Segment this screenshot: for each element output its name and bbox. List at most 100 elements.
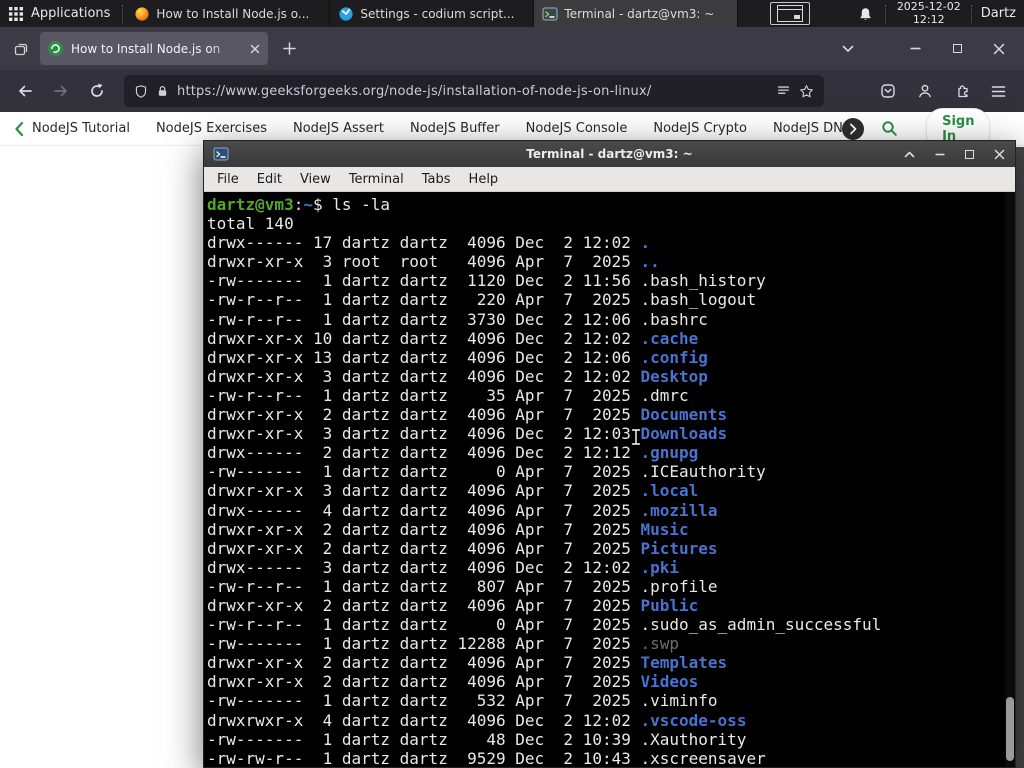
back-button[interactable]	[10, 76, 40, 106]
taskbar-item-label: How to Install Node.js o...	[156, 6, 310, 21]
taskbar-item-firefox[interactable]: How to Install Node.js o...	[126, 0, 331, 27]
list-all-tabs-button[interactable]	[834, 35, 862, 63]
terminal-titlebar[interactable]: Terminal - dartz@vm3: ~	[204, 141, 1015, 167]
mouse-cursor	[630, 428, 642, 446]
tray-terminal-button[interactable]	[770, 2, 811, 25]
browser-navigation-toolbar: https://www.geeksforgeeks.org/node-js/in…	[0, 70, 1024, 112]
site-nav-item-nodejs-console[interactable]: NodeJS Console	[526, 121, 628, 136]
minimize-button[interactable]	[933, 148, 946, 161]
terminal-scrollbar-thumb[interactable]	[1006, 697, 1014, 761]
terminal-window-icon	[213, 147, 229, 161]
hamburger-menu-icon	[991, 85, 1006, 97]
site-nav-item-nodejs-crypto[interactable]: NodeJS Crypto	[653, 121, 747, 136]
firefox-icon	[135, 6, 150, 21]
shade-button[interactable]	[903, 148, 916, 161]
menu-view[interactable]: View	[291, 172, 340, 187]
tab-title: How to Install Node.js on	[71, 41, 221, 56]
lock-icon	[158, 86, 167, 96]
applications-menu-button[interactable]: Applications	[0, 0, 120, 27]
panel-separator	[970, 4, 973, 23]
top-panel: Applications How to Install Node.js o...…	[0, 0, 1024, 27]
applications-grid-icon	[9, 6, 23, 21]
site-nav-item-nodejs-dns[interactable]: NodeJS DNS	[773, 121, 851, 136]
chevron-down-icon	[842, 45, 854, 52]
site-nav-item-nodejs-tutorial[interactable]: NodeJS Tutorial	[32, 121, 130, 136]
close-window-button[interactable]	[993, 148, 1006, 161]
tracking-protection-shield-icon	[135, 84, 147, 98]
window-controls	[908, 42, 1006, 56]
minimize-button[interactable]	[908, 42, 922, 56]
terminal-window: Terminal - dartz@vm3: ~ File Edit View T…	[203, 140, 1016, 768]
bell-icon	[860, 7, 871, 20]
taskbar: How to Install Node.js o... Settings - c…	[126, 0, 739, 27]
reload-icon	[91, 83, 103, 97]
close-icon	[250, 44, 260, 53]
clock[interactable]: 2025-12-02 12:12	[889, 0, 969, 26]
chevron-up-icon	[904, 151, 915, 157]
taskbar-item-label: Settings - codium script...	[360, 6, 515, 21]
menu-help[interactable]: Help	[460, 172, 508, 187]
maximize-icon	[965, 149, 974, 159]
minimize-icon	[935, 153, 944, 155]
maximize-button[interactable]	[963, 148, 976, 161]
new-tab-button[interactable]	[274, 34, 304, 64]
taskbar-item-label: Terminal - dartz@vm3: ~	[564, 6, 715, 21]
site-search-button[interactable]	[877, 116, 902, 141]
bookmark-star-icon[interactable]	[799, 84, 814, 99]
chevron-left-icon	[15, 121, 24, 136]
reload-button[interactable]	[82, 76, 112, 106]
tab-close-button[interactable]	[250, 44, 260, 54]
menu-terminal[interactable]: Terminal	[340, 172, 413, 187]
close-icon	[994, 149, 1005, 159]
menu-button[interactable]	[991, 85, 1006, 98]
reader-mode-icon[interactable]	[776, 84, 791, 98]
account-person-icon	[919, 84, 931, 98]
panel-separator	[884, 4, 887, 23]
pocket-save-button[interactable]	[880, 83, 896, 99]
close-icon	[993, 43, 1005, 54]
nav-scroll-left-button[interactable]	[14, 121, 24, 137]
back-arrow-icon	[19, 85, 32, 97]
browser-tab[interactable]: How to Install Node.js on	[40, 32, 268, 65]
forward-button[interactable]	[46, 76, 76, 106]
ibeam-cursor-icon	[630, 428, 642, 446]
extensions-puzzle-icon	[958, 85, 968, 98]
clock-date: 2025-12-02	[896, 0, 961, 13]
menu-file[interactable]: File	[208, 172, 248, 187]
extensions-button[interactable]	[954, 83, 970, 99]
plus-icon	[282, 42, 296, 55]
menu-tabs[interactable]: Tabs	[413, 172, 460, 187]
firefox-view-icon	[14, 43, 28, 55]
terminal-icon	[542, 7, 558, 20]
tabbar-right-controls	[834, 35, 1018, 63]
terminal-scrollbar[interactable]	[1005, 192, 1015, 767]
forward-arrow-icon	[54, 85, 67, 97]
taskbar-item-terminal[interactable]: Terminal - dartz@vm3: ~	[534, 0, 739, 27]
taskbar-item-codium[interactable]: Settings - codium script...	[330, 0, 535, 27]
site-nav-item-nodejs-exercises[interactable]: NodeJS Exercises	[156, 121, 267, 136]
restore-icon	[952, 44, 962, 53]
url-text: https://www.geeksforgeeks.org/node-js/in…	[177, 83, 652, 99]
pocket-icon	[881, 84, 895, 98]
site-nav-item-nodejs-buffer[interactable]: NodeJS Buffer	[410, 121, 500, 136]
codium-icon	[339, 6, 354, 21]
firefox-view-button[interactable]	[6, 34, 36, 64]
notifications-button[interactable]	[848, 6, 883, 22]
url-bar[interactable]: https://www.geeksforgeeks.org/node-js/in…	[124, 75, 824, 107]
account-button[interactable]	[917, 83, 933, 99]
terminal-output[interactable]: dartz@vm3:~$ ls -la total 140 drwx------ 1…	[204, 192, 1015, 767]
search-icon	[882, 121, 897, 136]
navbar-right-icons	[880, 83, 1014, 99]
maximize-button[interactable]	[950, 42, 964, 56]
user-menu[interactable]: Dartz	[975, 6, 1024, 21]
terminal-window-controls	[903, 148, 1006, 161]
nav-scroll-right-button[interactable]	[842, 118, 864, 140]
terminal-menubar: File Edit View Terminal Tabs Help	[204, 167, 1015, 192]
tray-terminal-window-icon	[777, 5, 804, 22]
panel-separator	[122, 4, 124, 23]
gfg-favicon	[48, 41, 63, 56]
close-window-button[interactable]	[992, 42, 1006, 56]
browser-tab-bar: How to Install Node.js on	[0, 27, 1024, 70]
site-nav-item-nodejs-assert[interactable]: NodeJS Assert	[293, 121, 384, 136]
menu-edit[interactable]: Edit	[248, 172, 291, 187]
